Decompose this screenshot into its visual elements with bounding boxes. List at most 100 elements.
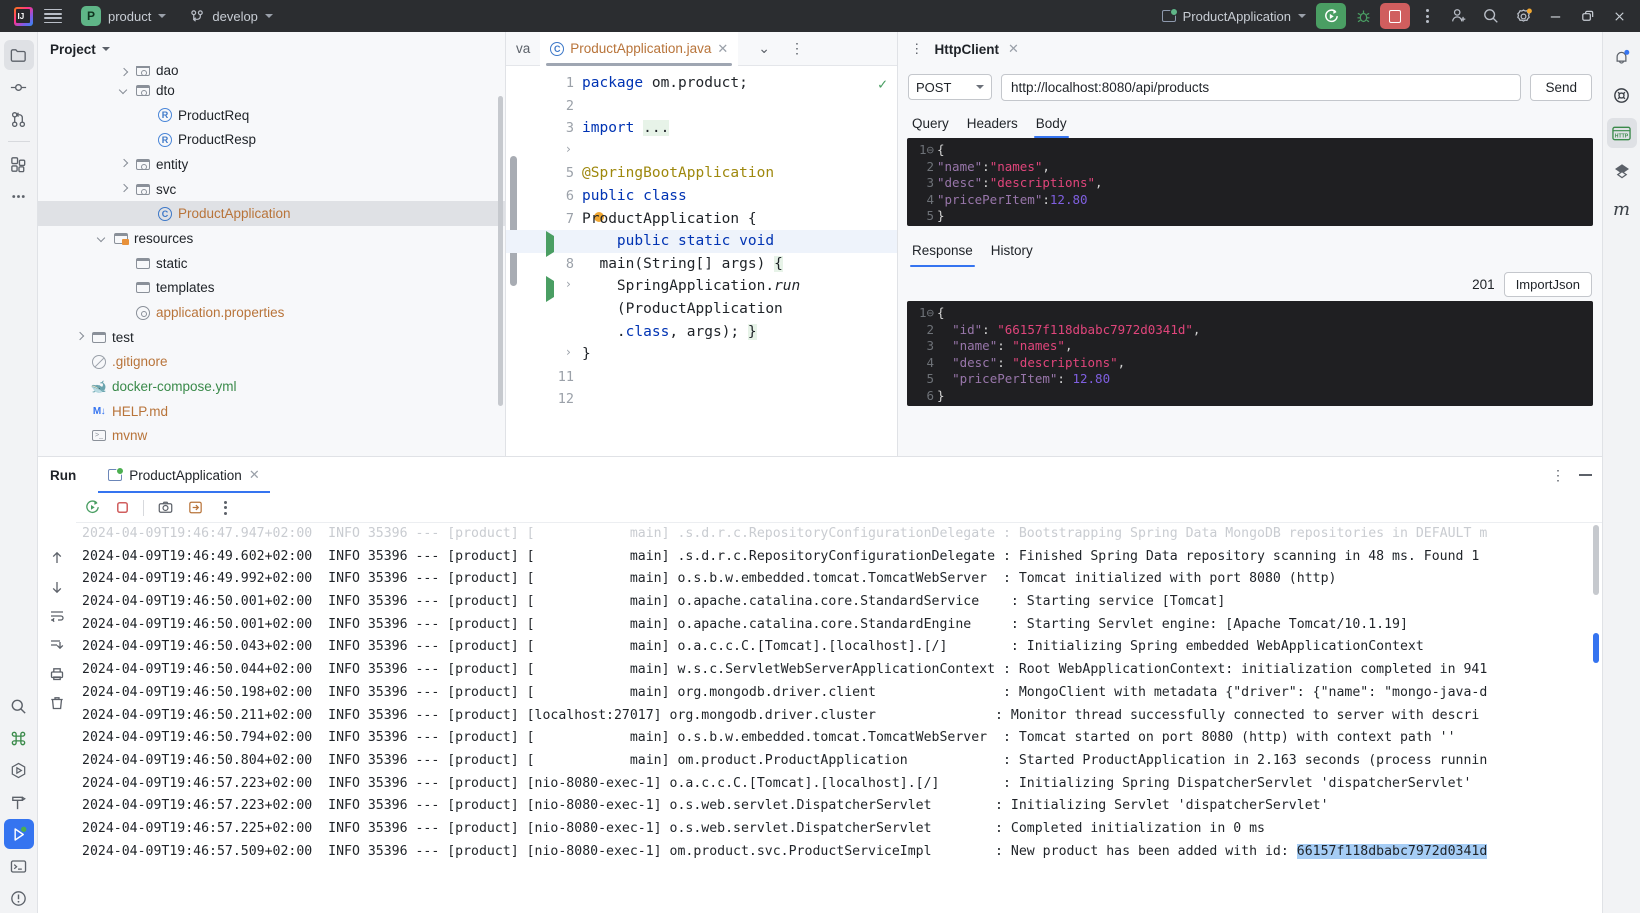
fold-arrow-icon[interactable]: › bbox=[565, 277, 572, 291]
http-request-body-editor[interactable]: 1⊖ 2 3 4 5 { "name":"names", "desc":"descrip… bbox=[907, 138, 1593, 226]
account-button[interactable] bbox=[1444, 3, 1474, 29]
gradle-button[interactable] bbox=[1607, 156, 1637, 186]
settings-button[interactable] bbox=[1508, 3, 1538, 29]
project-selector[interactable]: P product bbox=[74, 3, 173, 29]
maven-button[interactable]: m bbox=[1607, 194, 1637, 224]
tree-item-docker-compose-yml[interactable]: 🐋 docker-compose.yml bbox=[38, 374, 505, 399]
close-icon[interactable]: ✕ bbox=[249, 467, 260, 483]
http-response-tabs[interactable]: Response History bbox=[898, 233, 1602, 267]
panel-splitter[interactable] bbox=[898, 226, 1602, 233]
project-tree[interactable]: dao dto R ProductReq R ProductResp entity svc C P… bbox=[38, 66, 505, 456]
tree-item-templates[interactable]: templates bbox=[38, 276, 505, 301]
tree-item-productapplication[interactable]: C ProductApplication bbox=[38, 201, 505, 227]
http-response-tab-history[interactable]: History bbox=[991, 233, 1033, 267]
hamburger-menu-icon[interactable] bbox=[38, 3, 68, 29]
print-icon[interactable] bbox=[48, 665, 66, 683]
http-response-body-editor[interactable]: 1⊖ 2 3 4 5 6 { "id": "66157f118dbabc7972d0341… bbox=[907, 301, 1593, 406]
sidebar-item-more-tools[interactable] bbox=[4, 181, 34, 211]
http-request-tab-query[interactable]: Query bbox=[912, 108, 949, 138]
response-body-text[interactable]: { "id": "66157f118dbabc7972d0341d", "nam… bbox=[937, 301, 1593, 406]
tree-item-svc[interactable]: svc bbox=[38, 177, 505, 202]
http-response-tab-response[interactable]: Response bbox=[910, 233, 975, 267]
editor-tab-productapplication[interactable]: C ProductApplication.java ✕ bbox=[540, 31, 739, 66]
branch-selector[interactable]: develop bbox=[183, 6, 280, 27]
inspection-ok-icon[interactable]: ✓ bbox=[878, 75, 887, 93]
close-icon[interactable]: ✕ bbox=[717, 41, 728, 57]
send-button[interactable]: Send bbox=[1530, 73, 1592, 101]
tree-item-mvnw[interactable]: >_ mvnw bbox=[38, 424, 505, 449]
more-vertical-icon[interactable]: ⋮ bbox=[1551, 467, 1565, 484]
tree-item-dto[interactable]: dto bbox=[38, 78, 505, 103]
sidebar-item-problems[interactable] bbox=[4, 883, 34, 913]
sidebar-item-terminal[interactable] bbox=[4, 851, 34, 881]
sidebar-item-run[interactable] bbox=[3, 819, 34, 849]
console-output[interactable]: 2024-04-09T19:46:47.947+02:00 INFO 35396… bbox=[76, 523, 1602, 913]
scroll-up-icon[interactable] bbox=[48, 549, 66, 567]
scroll-to-end-icon[interactable] bbox=[48, 636, 66, 654]
chevron-right-icon[interactable] bbox=[119, 184, 130, 195]
sidebar-item-services[interactable] bbox=[4, 149, 34, 179]
stop-button[interactable] bbox=[1380, 3, 1410, 29]
http-url-input[interactable]: http://localhost:8080/api/products bbox=[1001, 73, 1522, 101]
chevron-right-icon[interactable] bbox=[119, 159, 130, 170]
http-request-tabs[interactable]: Query Headers Body bbox=[898, 108, 1602, 138]
more-vertical-icon[interactable]: ⋮ bbox=[790, 40, 804, 57]
notifications-button[interactable] bbox=[1607, 42, 1637, 72]
tree-item-test[interactable]: test bbox=[38, 325, 505, 350]
http-request-tab-body[interactable]: Body bbox=[1033, 108, 1069, 138]
http-request-tab-headers[interactable]: Headers bbox=[967, 108, 1018, 138]
stop-icon[interactable] bbox=[110, 496, 134, 520]
editor-gutter[interactable]: 1 2 3 5 6 7 8 11 12 › › › bbox=[506, 66, 580, 456]
more-vertical-icon[interactable] bbox=[213, 496, 237, 520]
rerun-icon[interactable] bbox=[80, 496, 104, 520]
run-class-gutter-icon[interactable] bbox=[546, 231, 554, 258]
tree-item-application-properties[interactable]: application.properties bbox=[38, 300, 505, 325]
tree-item-static[interactable]: static bbox=[38, 251, 505, 276]
minimize-button[interactable] bbox=[1540, 3, 1570, 29]
sidebar-item-project[interactable] bbox=[3, 40, 34, 70]
more-vertical-icon[interactable]: ⋮ bbox=[910, 41, 924, 57]
more-options-button[interactable] bbox=[1412, 3, 1442, 29]
tree-item-productreq[interactable]: R ProductReq bbox=[38, 103, 505, 128]
debug-button[interactable] bbox=[1348, 3, 1378, 29]
fold-arrow-icon[interactable]: › bbox=[565, 142, 572, 156]
sidebar-item-build[interactable] bbox=[4, 787, 34, 817]
editor-text[interactable]: package om.product; import ... @SpringBo… bbox=[580, 66, 897, 456]
maximize-button[interactable] bbox=[1572, 3, 1602, 29]
tree-item-productresp[interactable]: R ProductResp bbox=[38, 127, 505, 152]
chevron-down-icon[interactable] bbox=[97, 233, 108, 244]
editor-tab-partial[interactable]: va bbox=[506, 32, 540, 66]
sidebar-item-pull-requests[interactable] bbox=[4, 104, 34, 134]
close-button[interactable] bbox=[1604, 3, 1634, 29]
request-body-text[interactable]: { "name":"names", "desc":"descriptions",… bbox=[937, 138, 1593, 226]
tree-item-entity[interactable]: entity bbox=[38, 152, 505, 177]
run-tab-productapplication[interactable]: ProductApplication ✕ bbox=[98, 457, 271, 493]
minimize-icon[interactable] bbox=[1579, 474, 1592, 476]
chevron-down-icon[interactable] bbox=[119, 85, 130, 96]
http-method-select[interactable]: POST bbox=[908, 74, 992, 100]
http-client-button[interactable]: HTTP bbox=[1606, 118, 1637, 148]
close-icon[interactable]: ✕ bbox=[1008, 41, 1019, 57]
project-panel-header[interactable]: Project bbox=[38, 32, 505, 66]
sidebar-item-command[interactable] bbox=[4, 723, 34, 753]
tree-item--gitignore[interactable]: .gitignore bbox=[38, 350, 505, 375]
project-tree-scrollbar[interactable] bbox=[498, 96, 503, 406]
soft-wrap-icon[interactable] bbox=[48, 607, 66, 625]
database-button[interactable] bbox=[1607, 80, 1637, 110]
camera-snapshot-icon[interactable] bbox=[153, 496, 177, 520]
tree-item-dao[interactable]: dao bbox=[38, 66, 505, 78]
http-client-tab-label[interactable]: HttpClient bbox=[935, 42, 1000, 57]
chevron-down-icon[interactable]: ⌄ bbox=[758, 40, 770, 57]
run-button[interactable] bbox=[1316, 3, 1346, 29]
fold-arrow-icon[interactable]: › bbox=[565, 345, 572, 359]
search-button[interactable] bbox=[1476, 3, 1506, 29]
scroll-down-icon[interactable] bbox=[48, 578, 66, 596]
run-configuration-selector[interactable]: ProductApplication bbox=[1154, 6, 1314, 27]
clear-all-icon[interactable] bbox=[48, 694, 66, 712]
chevron-right-icon[interactable] bbox=[119, 67, 130, 78]
tree-item-help-md[interactable]: M↓ HELP.md bbox=[38, 399, 505, 424]
console-scrollbar[interactable] bbox=[1593, 525, 1599, 595]
export-icon[interactable] bbox=[183, 496, 207, 520]
code-area[interactable]: 1 2 3 5 6 7 8 11 12 › › › package om.product; impor… bbox=[506, 66, 897, 456]
sidebar-item-commit[interactable] bbox=[4, 72, 34, 102]
